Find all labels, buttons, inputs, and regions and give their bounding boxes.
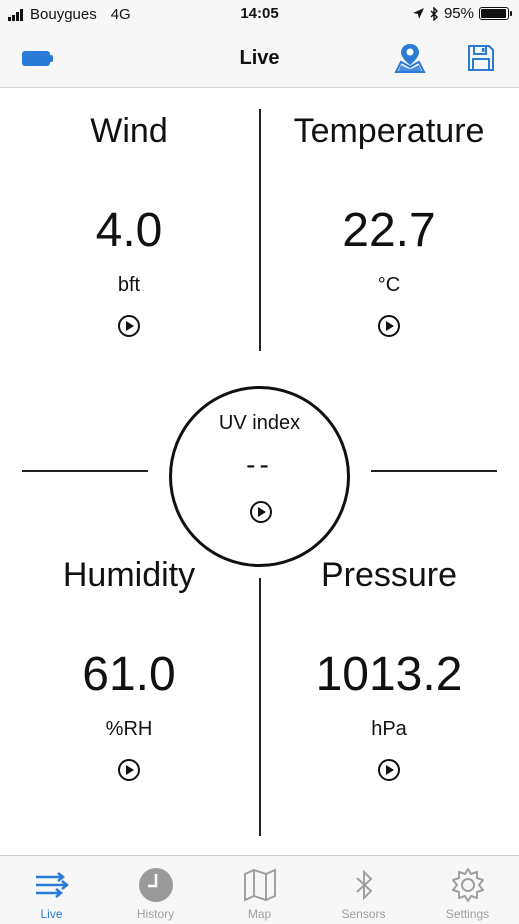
- uv-index-label: UV index: [218, 412, 301, 434]
- pressure-label: Pressure: [320, 556, 458, 594]
- wind-value: 4.0: [95, 204, 163, 257]
- page-title: Live: [239, 47, 280, 69]
- uv-index-play-button[interactable]: [250, 501, 272, 523]
- tab-map[interactable]: Map: [208, 856, 311, 924]
- bluetooth-status-icon: [430, 6, 438, 21]
- tab-live[interactable]: Live: [0, 856, 103, 924]
- humidity-value: 61.0: [82, 648, 176, 701]
- tab-history-label: History: [136, 907, 175, 921]
- wind-unit: bft: [117, 274, 141, 296]
- tab-history[interactable]: History: [104, 856, 207, 924]
- navigation-bar: Live: [0, 30, 519, 88]
- live-measurements-panel: Wind 4.0 bft Temperature 22.7 °C UV inde…: [0, 89, 519, 855]
- wind-play-button[interactable]: [118, 315, 140, 337]
- uv-index-circle: UV index --: [169, 386, 350, 567]
- temperature-play-button[interactable]: [378, 315, 400, 337]
- wind-tile: Wind 4.0 bft: [0, 111, 258, 342]
- pressure-play-button[interactable]: [378, 759, 400, 781]
- map-pin-icon[interactable]: [393, 41, 427, 75]
- wind-label: Wind: [90, 112, 168, 150]
- bluetooth-icon: [355, 869, 372, 901]
- wind-lines-icon: [35, 872, 69, 898]
- save-icon[interactable]: [465, 42, 497, 74]
- tab-live-label: Live: [40, 907, 63, 921]
- divider-horizontal-right: [371, 470, 497, 472]
- clock-icon: [138, 868, 173, 902]
- divider-horizontal-left: [22, 470, 148, 472]
- humidity-play-button[interactable]: [118, 759, 140, 781]
- pressure-value: 1013.2: [315, 648, 463, 701]
- pressure-unit: hPa: [371, 718, 407, 740]
- humidity-tile: Humidity 61.0 %RH: [0, 555, 258, 786]
- tab-map-label: Map: [247, 907, 272, 921]
- temperature-value: 22.7: [342, 204, 436, 257]
- battery-icon: [479, 7, 512, 20]
- humidity-unit: %RH: [105, 718, 153, 740]
- pressure-tile: Pressure 1013.2 hPa: [260, 555, 518, 786]
- tab-settings[interactable]: Settings: [416, 856, 519, 924]
- gear-icon: [451, 868, 484, 902]
- status-bar: Bouygues 4G 14:05 95%: [0, 0, 519, 30]
- battery-percentage: 95%: [443, 5, 474, 22]
- tab-sensors[interactable]: Sensors: [312, 856, 415, 924]
- temperature-tile: Temperature 22.7 °C: [260, 111, 518, 342]
- location-arrow-icon: [413, 8, 424, 19]
- tab-sensors-label: Sensors: [341, 907, 386, 921]
- uv-index-value: --: [246, 449, 273, 480]
- tab-settings-label: Settings: [445, 907, 490, 921]
- temperature-label: Temperature: [293, 112, 485, 150]
- temperature-unit: °C: [377, 274, 401, 296]
- tab-bar: Live History Map Sensors Settings: [0, 855, 519, 924]
- map-icon: [243, 868, 276, 902]
- humidity-label: Humidity: [62, 556, 196, 594]
